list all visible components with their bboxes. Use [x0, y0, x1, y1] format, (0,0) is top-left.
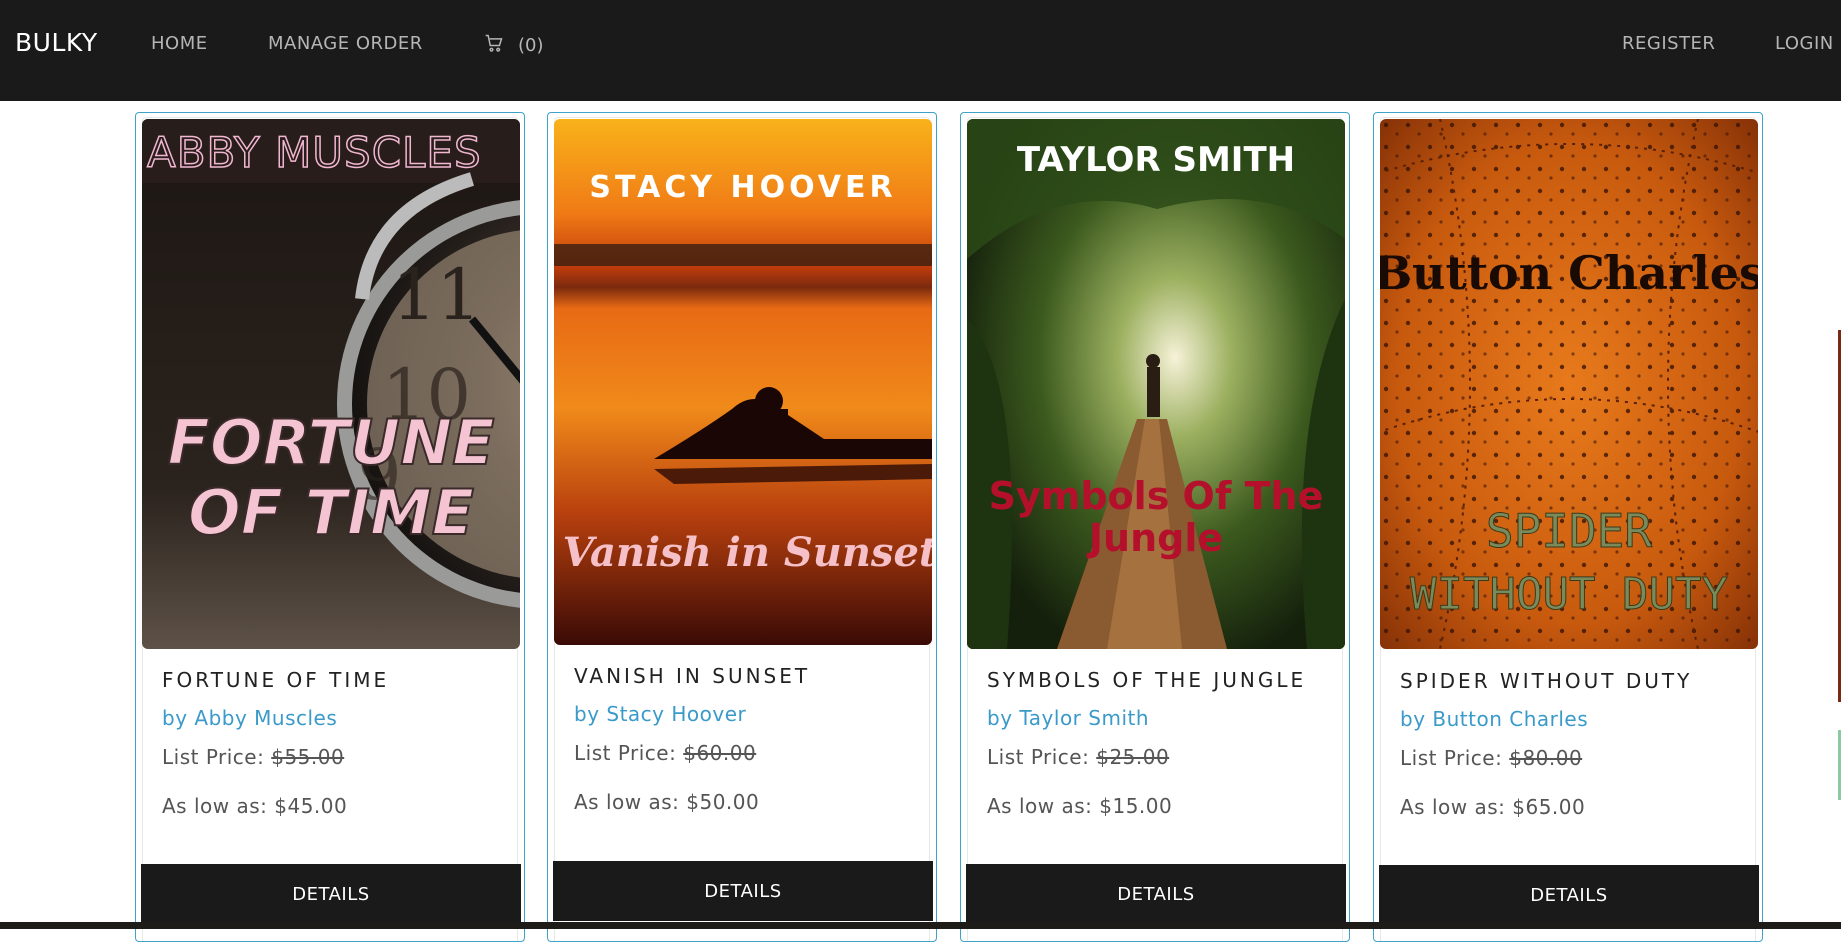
cart-count: (0)	[518, 35, 544, 56]
cover-author-text: TAYLOR SMITH	[1017, 140, 1295, 180]
product-card: STACY HOOVER Vanish in Sunset VANISH IN …	[547, 112, 937, 942]
book-author: by Taylor Smith	[987, 706, 1150, 730]
cover-author-text: Button Charles	[1380, 246, 1758, 300]
bottom-edge	[0, 922, 1841, 929]
nav-link-login[interactable]: LOGIN	[1775, 33, 1834, 54]
list-price: List Price: $55.00	[162, 745, 344, 769]
book-author: by Button Charles	[1400, 707, 1589, 731]
book-title: SYMBOLS OF THE JUNGLE	[987, 668, 1307, 692]
book-author: by Abby Muscles	[162, 706, 338, 730]
list-price-label: List Price:	[1400, 746, 1503, 770]
product-card: TAYLOR SMITH Symbols Of The Jungle SYMBO…	[960, 112, 1350, 942]
book-author: by Stacy Hoover	[574, 702, 747, 726]
list-price-value: $60.00	[683, 741, 757, 765]
book-title: SPIDER WITHOUT DUTY	[1400, 669, 1693, 693]
book-title: VANISH IN SUNSET	[574, 664, 811, 688]
svg-text:11: 11	[392, 254, 481, 336]
cover-title-line2: OF TIME	[188, 476, 474, 549]
details-button[interactable]: DETAILS	[1379, 865, 1759, 925]
list-price-label: List Price:	[162, 745, 265, 769]
cover-title-line1: Vanish in Sunset	[563, 529, 932, 576]
cover-author-text: ABBY MUSCLES	[147, 128, 482, 177]
book-cover-image[interactable]: STACY HOOVER Vanish in Sunset	[554, 119, 932, 645]
list-price: List Price: $80.00	[1400, 746, 1582, 770]
book-cover-image[interactable]: TAYLOR SMITH Symbols Of The Jungle	[967, 119, 1345, 649]
list-price-label: List Price:	[987, 745, 1090, 769]
list-price-label: List Price:	[574, 741, 677, 765]
cover-title-line1: FORTUNE	[168, 406, 495, 479]
details-button[interactable]: DETAILS	[553, 861, 933, 921]
low-price: As low as: $45.00	[162, 794, 348, 818]
list-price: List Price: $60.00	[574, 741, 756, 765]
top-navbar: BULKY HOME MANAGE ORDER (0) REGISTER LOG…	[0, 0, 1841, 101]
book-cover-image[interactable]: Button Charles SPIDER WITHOUT DUTY	[1380, 119, 1758, 649]
cart-icon	[484, 33, 504, 58]
nav-link-manage-order[interactable]: MANAGE ORDER	[268, 33, 423, 54]
nav-link-home[interactable]: HOME	[151, 33, 208, 54]
low-price: As low as: $15.00	[987, 794, 1173, 818]
brand-logo[interactable]: BULKY	[15, 28, 98, 57]
cover-title-line2: WITHOUT DUTY	[1410, 569, 1728, 620]
low-price: As low as: $50.00	[574, 790, 760, 814]
details-button[interactable]: DETAILS	[966, 864, 1346, 924]
low-price: As low as: $65.00	[1400, 795, 1586, 819]
cover-title-line1: SPIDER	[1486, 504, 1652, 558]
list-price: List Price: $25.00	[987, 745, 1169, 769]
cover-title-line2: Jungle	[1086, 516, 1223, 560]
product-card: 11 10 9 ABBY MUSCLES FORTUNE OF TIME FOR…	[135, 112, 525, 942]
cart-link[interactable]: (0)	[484, 33, 544, 58]
list-price-value: $55.00	[271, 745, 345, 769]
nav-link-register[interactable]: REGISTER	[1622, 33, 1715, 54]
cover-author-text: STACY HOOVER	[589, 170, 896, 205]
book-title: FORTUNE OF TIME	[162, 668, 390, 692]
product-card: Button Charles SPIDER WITHOUT DUTY SPIDE…	[1373, 112, 1763, 942]
details-button[interactable]: DETAILS	[141, 864, 521, 924]
list-price-value: $25.00	[1096, 745, 1170, 769]
list-price-value: $80.00	[1509, 746, 1583, 770]
book-cover-image[interactable]: 11 10 9 ABBY MUSCLES FORTUNE OF TIME	[142, 119, 520, 649]
cover-title-line1: Symbols Of The	[989, 474, 1324, 518]
